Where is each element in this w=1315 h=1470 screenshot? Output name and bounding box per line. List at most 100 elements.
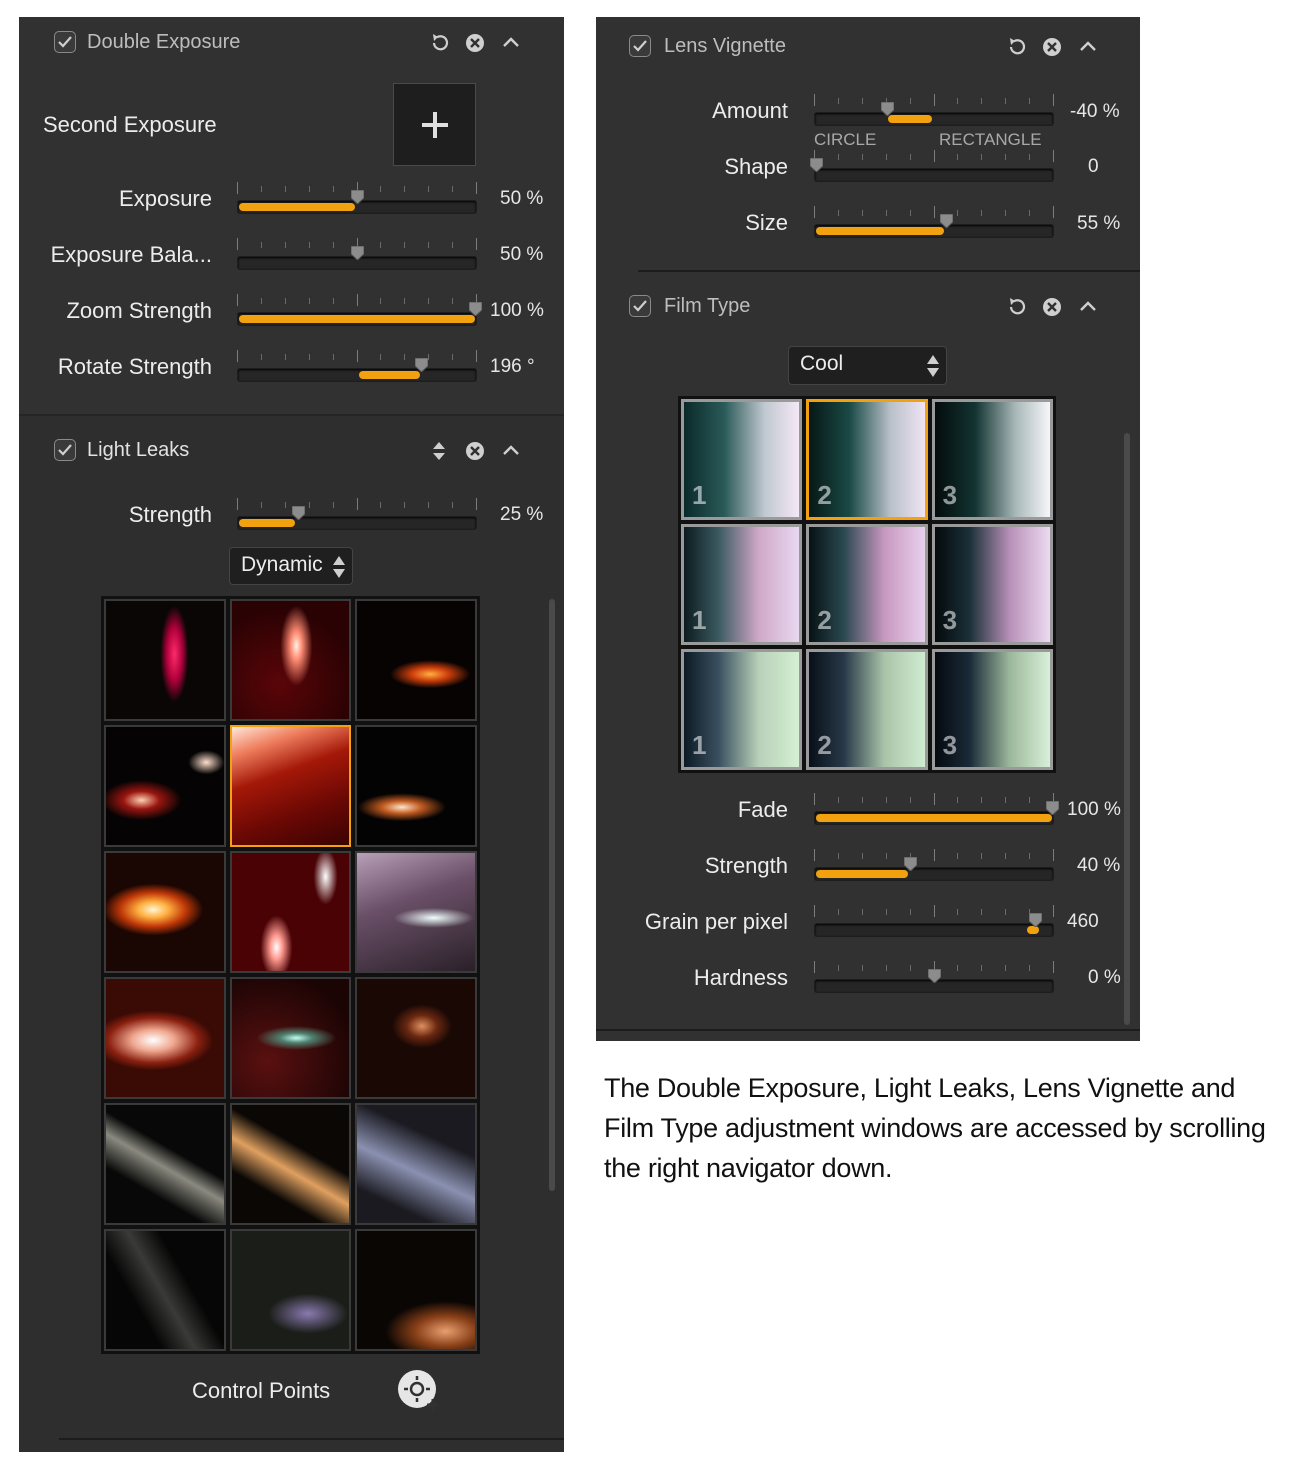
- reorder-arrows-icon[interactable]: [428, 440, 450, 462]
- reset-icon[interactable]: [1006, 296, 1028, 318]
- close-icon[interactable]: [464, 32, 486, 54]
- hardness-slider[interactable]: [814, 961, 1054, 993]
- film-type-checkbox[interactable]: [629, 295, 651, 317]
- film-type-preset[interactable]: 1: [681, 399, 803, 520]
- collapse-chevron-icon[interactable]: [500, 32, 522, 54]
- slider-thumb[interactable]: [414, 358, 428, 372]
- light-leak-preset[interactable]: [355, 599, 477, 721]
- light-leak-preset[interactable]: [104, 599, 226, 721]
- add-control-point-icon[interactable]: [397, 1369, 441, 1413]
- slider-fill: [239, 315, 475, 323]
- close-icon[interactable]: [1041, 36, 1063, 58]
- close-icon[interactable]: [1041, 296, 1063, 318]
- hardness-value: 0 %: [1088, 967, 1121, 988]
- slider-thumb[interactable]: [292, 506, 305, 520]
- light-leak-preset[interactable]: [229, 1103, 352, 1225]
- size-slider[interactable]: [814, 206, 1054, 238]
- slider-fill: [239, 203, 355, 211]
- slider-thumb[interactable]: [904, 857, 918, 871]
- collapse-chevron-icon[interactable]: [1077, 296, 1099, 318]
- slider-thumb[interactable]: [880, 102, 894, 116]
- slider-fill: [816, 870, 908, 878]
- film-type-preset[interactable]: 1: [681, 524, 803, 645]
- film-type-preset[interactable]: 3: [931, 399, 1053, 520]
- preset-number: 2: [817, 480, 832, 510]
- lens-vignette-checkbox[interactable]: [629, 35, 651, 57]
- film-strength-slider[interactable]: [814, 849, 1054, 881]
- slider-thumb[interactable]: [1029, 913, 1043, 927]
- light-leak-preset[interactable]: [229, 851, 352, 973]
- light-leak-preset[interactable]: [104, 1229, 226, 1351]
- light-leak-preset[interactable]: [355, 851, 477, 973]
- film-type-preset[interactable]: 1: [681, 649, 803, 770]
- zoom-strength-slider[interactable]: [237, 294, 482, 326]
- preset-number: 1: [692, 730, 707, 760]
- slider-thumb[interactable]: [1046, 801, 1059, 815]
- exposure-balance-slider[interactable]: [237, 238, 477, 270]
- fade-slider[interactable]: [814, 793, 1059, 825]
- rotate-strength-slider[interactable]: [237, 350, 477, 382]
- left-scrollbar[interactable]: [549, 599, 555, 1191]
- slider-thumb[interactable]: [351, 190, 364, 204]
- light-leak-preset[interactable]: [355, 1229, 477, 1351]
- slider-track: [814, 112, 1054, 126]
- film-type-preset[interactable]: 2: [806, 649, 928, 770]
- slider-fill: [1027, 926, 1040, 934]
- collapse-chevron-icon[interactable]: [500, 440, 522, 462]
- bottom-divider: [596, 1029, 1140, 1031]
- slider-ticks: [814, 905, 1054, 917]
- slider-fill: [359, 371, 420, 379]
- slider-fill: [888, 115, 932, 123]
- control-points-label: Control Points: [192, 1378, 331, 1403]
- amount-slider[interactable]: [814, 94, 1054, 126]
- slider-track: [814, 923, 1054, 937]
- film-type-select[interactable]: Cool: [788, 346, 947, 385]
- exposure-slider[interactable]: [237, 182, 477, 214]
- light-leak-preset[interactable]: [104, 977, 226, 1099]
- light-leak-preset[interactable]: [104, 725, 226, 847]
- reset-icon[interactable]: [429, 32, 451, 54]
- double-exposure-checkbox[interactable]: [54, 31, 76, 53]
- exposure-label: Exposure: [119, 186, 212, 211]
- light-leaks-mode-select[interactable]: Dynamic: [229, 547, 353, 585]
- light-leaks-checkbox[interactable]: [54, 439, 76, 461]
- film-type-preset[interactable]: 2: [806, 399, 928, 520]
- light-leak-preset[interactable]: [229, 977, 352, 1099]
- caption-text: The Double Exposure, Light Leaks, Lens V…: [604, 1073, 1266, 1183]
- slider-ticks: [237, 350, 477, 362]
- add-second-exposure-button[interactable]: [393, 83, 476, 166]
- light-leak-preset[interactable]: [229, 599, 352, 721]
- light-leak-preset[interactable]: [355, 725, 477, 847]
- slider-thumb[interactable]: [351, 246, 364, 260]
- film-strength-label: Strength: [704, 853, 788, 878]
- slider-fill: [816, 814, 1052, 822]
- light-leak-preset[interactable]: [229, 1229, 352, 1351]
- light-leak-preset[interactable]: [104, 851, 226, 973]
- film-type-preset[interactable]: 3: [931, 524, 1053, 645]
- slider-thumb[interactable]: [469, 302, 482, 316]
- plus-icon: [422, 112, 448, 138]
- slider-thumb[interactable]: [810, 158, 823, 172]
- size-value: 55 %: [1077, 213, 1121, 234]
- slider-thumb[interactable]: [928, 969, 941, 983]
- slider-thumb[interactable]: [939, 214, 953, 228]
- light-leaks-strength-slider[interactable]: [237, 498, 477, 530]
- grain-per-pixel-slider[interactable]: [814, 905, 1054, 937]
- right-scrollbar[interactable]: [1124, 433, 1130, 1025]
- size-label: Size: [745, 210, 788, 235]
- grain-per-pixel-value: 460: [1067, 911, 1099, 932]
- light-leak-preset[interactable]: [104, 1103, 226, 1225]
- reset-icon[interactable]: [1006, 36, 1028, 58]
- fade-label: Fade: [737, 797, 788, 822]
- light-leak-preset[interactable]: [355, 1103, 477, 1225]
- light-leak-preset[interactable]: [355, 977, 477, 1099]
- film-type-select-value: Cool: [800, 352, 844, 375]
- close-icon[interactable]: [464, 440, 486, 462]
- shape-slider[interactable]: [810, 150, 1054, 182]
- film-type-preset[interactable]: 2: [806, 524, 928, 645]
- light-leak-preset[interactable]: [229, 725, 352, 847]
- collapse-chevron-icon[interactable]: [1077, 36, 1099, 58]
- shape-rectangle-caption: RECTANGLE: [939, 130, 1042, 149]
- film-type-preset[interactable]: 3: [931, 649, 1053, 770]
- left-adjustments-panel: Double Exposure Second Exposure Exposure…: [19, 17, 564, 1452]
